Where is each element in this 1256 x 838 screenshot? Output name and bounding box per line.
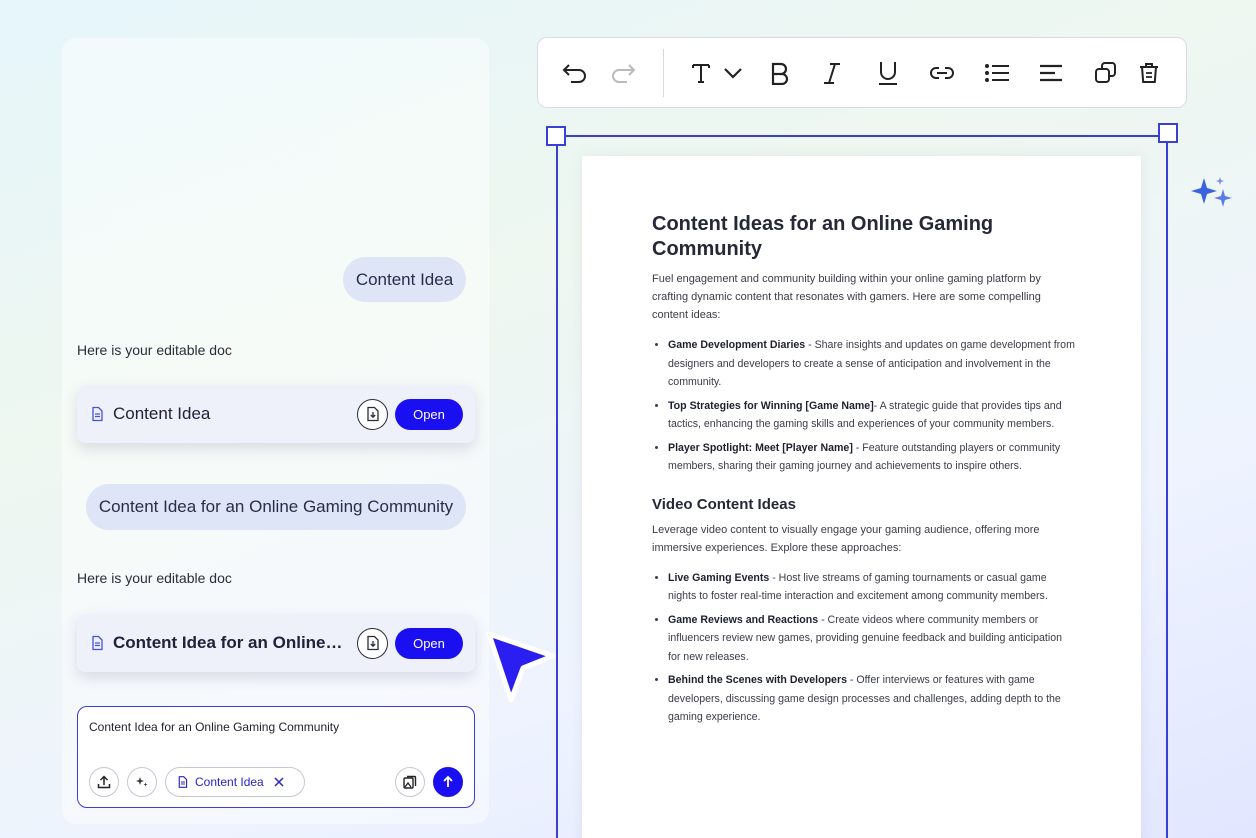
italic-icon	[824, 63, 840, 84]
doc-title: Content Ideas for an Online Gaming Commu…	[652, 213, 994, 260]
toolbar-divider	[663, 49, 664, 97]
ai-assist-button[interactable]	[127, 767, 157, 797]
doc-card-title: Content Idea for an Online Gaming Commun…	[113, 633, 347, 652]
list-item: Player Spotlight: Meet [Player Name] - F…	[668, 439, 1077, 476]
document-icon	[178, 776, 188, 788]
gallery-button[interactable]	[395, 767, 425, 797]
document-icon	[92, 635, 103, 651]
document-icon	[92, 406, 103, 422]
undo-button[interactable]	[560, 58, 590, 88]
list-item: Game Reviews and Reactions - Create vide…	[668, 611, 1077, 667]
duplicate-icon	[1095, 62, 1116, 83]
align-left-icon	[1040, 64, 1062, 82]
resize-handle-top-right[interactable]	[1158, 123, 1178, 143]
list-item: Game Development Diaries - Share insight…	[668, 336, 1077, 392]
video-ideas-list: Live Gaming Events - Host live streams o…	[652, 569, 1077, 727]
list-item: Behind the Scenes with Developers - Offe…	[668, 671, 1077, 727]
content-ideas-list: Game Development Diaries - Share insight…	[652, 336, 1077, 476]
download-icon	[366, 406, 379, 422]
link-button[interactable]	[927, 58, 957, 88]
open-button[interactable]: Open	[395, 398, 463, 430]
download-icon	[366, 635, 379, 651]
text-style-dropdown[interactable]	[718, 58, 748, 88]
delete-icon	[1140, 63, 1158, 83]
open-button[interactable]: Open	[395, 627, 463, 659]
underline-button[interactable]	[873, 58, 903, 88]
message-composer[interactable]: Content Idea for an Online Gaming Commun…	[77, 706, 475, 808]
delete-button[interactable]	[1134, 58, 1164, 88]
doc-card[interactable]: Content Idea Open	[77, 385, 475, 443]
bullet-list-icon	[985, 64, 1009, 82]
section-intro: Leverage video content to visually engag…	[652, 523, 1040, 554]
italic-button[interactable]	[817, 58, 847, 88]
send-button[interactable]	[433, 767, 463, 797]
text-style-button[interactable]	[686, 58, 716, 88]
upload-button[interactable]	[89, 767, 119, 797]
bot-reply: Here is your editable doc	[77, 342, 232, 358]
bot-reply: Here is your editable doc	[77, 570, 232, 586]
underline-icon	[879, 62, 897, 85]
bullet-list-button[interactable]	[982, 58, 1012, 88]
chevron-down-icon	[724, 68, 742, 79]
image-icon	[403, 775, 417, 789]
doc-intro: Fuel engagement and community building w…	[652, 273, 1041, 321]
upload-icon	[97, 775, 111, 789]
doc-card-title: Content Idea	[113, 404, 211, 423]
redo-icon	[612, 64, 636, 83]
attached-doc-chip[interactable]: Content Idea	[165, 767, 305, 797]
composer-input[interactable]: Content Idea for an Online Gaming Commun…	[89, 720, 339, 734]
download-button[interactable]	[357, 627, 388, 659]
bold-button[interactable]	[764, 58, 794, 88]
doc-card[interactable]: Content Idea for an Online Gaming Commun…	[77, 614, 475, 672]
list-item: Live Gaming Events - Host live streams o…	[668, 569, 1077, 606]
cursor-arrow-icon	[486, 631, 556, 703]
sparkle-icon	[1191, 177, 1232, 207]
editor-toolbar	[537, 37, 1187, 108]
align-button[interactable]	[1036, 58, 1066, 88]
duplicate-button[interactable]	[1091, 58, 1121, 88]
sparkle-icon	[136, 777, 148, 787]
undo-icon	[562, 64, 586, 83]
user-message: Content Idea for an Online Gaming Commun…	[86, 484, 466, 530]
user-message: Content Idea	[343, 257, 466, 302]
section-heading: Video Content Ideas	[652, 495, 796, 513]
bold-icon	[771, 62, 789, 85]
resize-handle-top-left[interactable]	[546, 126, 566, 146]
link-icon	[930, 67, 954, 79]
list-item: Top Strategies for Winning [Game Name]- …	[668, 397, 1077, 434]
chip-label: Content Idea	[195, 775, 264, 789]
close-icon[interactable]	[274, 777, 284, 787]
arrow-up-icon	[443, 775, 453, 787]
redo-button[interactable]	[608, 58, 638, 88]
document-page[interactable]: Content Ideas for an Online Gaming Commu…	[582, 156, 1141, 838]
download-button[interactable]	[357, 398, 388, 430]
text-style-icon	[692, 64, 710, 83]
